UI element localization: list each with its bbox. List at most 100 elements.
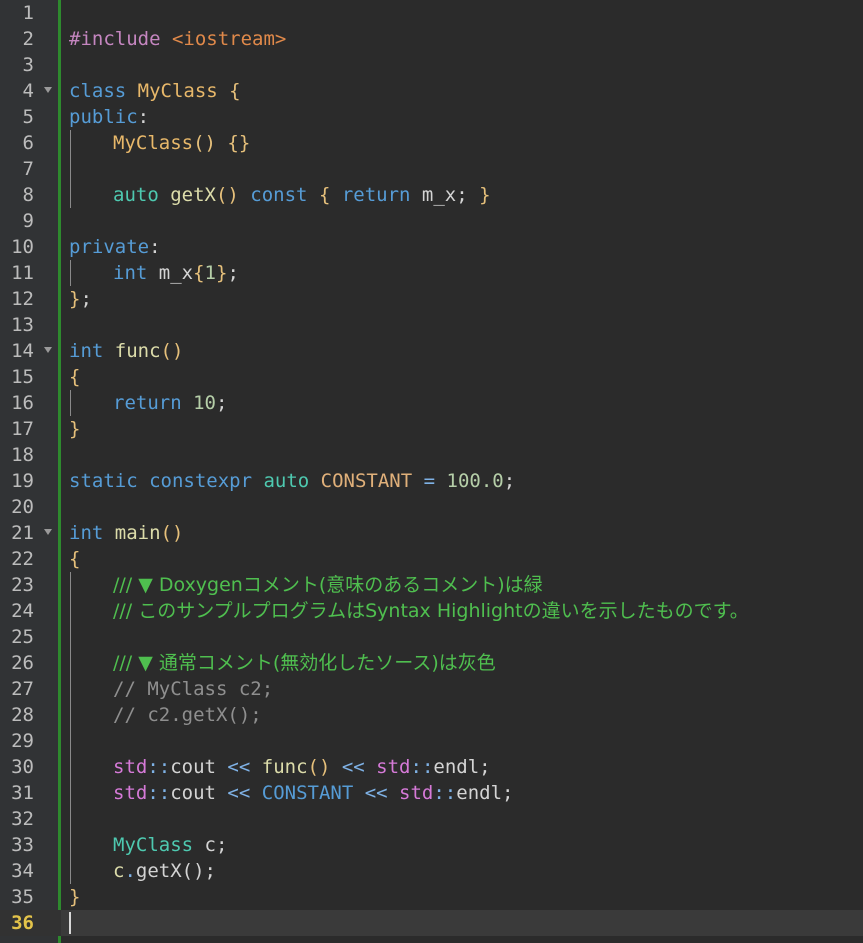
code-text-area[interactable]: #include <iostream> bbox=[61, 26, 863, 52]
line-number: 13 bbox=[11, 314, 34, 336]
code-token: ; bbox=[227, 262, 239, 284]
code-text-area[interactable]: /// ▼ 通常コメント(無効化したソース)は灰色 bbox=[61, 650, 863, 676]
code-text-area[interactable] bbox=[61, 312, 863, 338]
code-line[interactable]: 33 MyClass c; bbox=[0, 832, 863, 858]
code-text: std::cout << CONSTANT << std::endl; bbox=[113, 780, 513, 806]
code-text-area[interactable] bbox=[61, 208, 863, 234]
indent-guide bbox=[70, 780, 71, 806]
code-line[interactable]: 32 bbox=[0, 806, 863, 832]
code-line[interactable]: 26 /// ▼ 通常コメント(無効化したソース)は灰色 bbox=[0, 650, 863, 676]
code-line[interactable]: 21 int main() bbox=[0, 520, 863, 546]
code-line[interactable]: 34 c.getX(); bbox=[0, 858, 863, 884]
code-token: /// このサンプルプログラムはSyntax Highlightの違いを示したも… bbox=[113, 600, 749, 622]
code-text: /// ▼ 通常コメント(無効化したソース)は灰色 bbox=[113, 650, 496, 676]
code-line[interactable]: 14 int func() bbox=[0, 338, 863, 364]
code-token: std bbox=[376, 756, 411, 778]
code-line[interactable]: 10 private: bbox=[0, 234, 863, 260]
code-text-area[interactable]: { bbox=[61, 546, 863, 572]
code-text-area[interactable]: MyClass c; bbox=[61, 832, 863, 858]
code-token: () bbox=[215, 184, 251, 206]
code-text-area[interactable]: { bbox=[61, 364, 863, 390]
code-line[interactable]: 16 return 10; bbox=[0, 390, 863, 416]
code-line[interactable]: 11 int m_x{1}; bbox=[0, 260, 863, 286]
code-token: int bbox=[69, 340, 115, 362]
code-line[interactable]: 3 bbox=[0, 52, 863, 78]
code-token: :: bbox=[433, 782, 457, 804]
code-text-area[interactable]: // MyClass c2; bbox=[61, 676, 863, 702]
code-line[interactable]: 36 bbox=[0, 910, 863, 936]
code-line[interactable]: 18 bbox=[0, 442, 863, 468]
code-token: << bbox=[364, 782, 400, 804]
code-line[interactable]: 23 /// ▼ Doxygenコメント(意味のあるコメント)は緑 bbox=[0, 572, 863, 598]
code-line[interactable]: 27 // MyClass c2; bbox=[0, 676, 863, 702]
code-line[interactable]: 6 MyClass() {} bbox=[0, 130, 863, 156]
code-text: /// このサンプルプログラムはSyntax Highlightの違いを示したも… bbox=[113, 598, 749, 624]
code-token: : bbox=[137, 106, 150, 128]
line-number: 22 bbox=[11, 548, 34, 570]
code-text-area[interactable]: // c2.getX(); bbox=[61, 702, 863, 728]
code-line[interactable]: 29 bbox=[0, 728, 863, 754]
code-text-area[interactable]: static constexpr auto CONSTANT = 100.0; bbox=[61, 468, 863, 494]
code-line[interactable]: 30 std::cout << func() << std::endl; bbox=[0, 754, 863, 780]
code-token: std bbox=[399, 782, 434, 804]
code-text-area[interactable]: int func() bbox=[61, 338, 863, 364]
code-text-area[interactable]: /// このサンプルプログラムはSyntax Highlightの違いを示したも… bbox=[61, 598, 863, 624]
code-text-area[interactable] bbox=[61, 624, 863, 650]
code-text-area[interactable]: return 10; bbox=[61, 390, 863, 416]
code-text-area[interactable] bbox=[61, 0, 863, 26]
code-editor[interactable]: 1 2 #include <iostream> 3 4 class MyClass {5 p… bbox=[0, 0, 863, 943]
code-token: /// ▼ Doxygenコメント(意味のあるコメント)は緑 bbox=[113, 574, 543, 596]
code-line[interactable]: 24 /// このサンプルプログラムはSyntax Highlightの違いを示し… bbox=[0, 598, 863, 624]
code-token: :: bbox=[147, 756, 171, 778]
code-text-area[interactable]: std::cout << func() << std::endl; bbox=[61, 754, 863, 780]
code-line[interactable]: 25 bbox=[0, 624, 863, 650]
code-text-area[interactable] bbox=[61, 910, 863, 936]
code-line[interactable]: 13 bbox=[0, 312, 863, 338]
line-number: 9 bbox=[22, 210, 34, 232]
code-text-area[interactable] bbox=[61, 156, 863, 182]
code-text-area[interactable] bbox=[61, 728, 863, 754]
code-text-area[interactable]: public: bbox=[61, 104, 863, 130]
code-text-area[interactable]: /// ▼ Doxygenコメント(意味のあるコメント)は緑 bbox=[61, 572, 863, 598]
code-text-area[interactable]: class MyClass { bbox=[61, 78, 863, 104]
code-line[interactable]: 20 bbox=[0, 494, 863, 520]
code-line[interactable]: 19 static constexpr auto CONSTANT = 100.0… bbox=[0, 468, 863, 494]
code-line[interactable]: 17} bbox=[0, 416, 863, 442]
code-line[interactable]: 9 bbox=[0, 208, 863, 234]
code-line[interactable]: 5 public: bbox=[0, 104, 863, 130]
code-text-area[interactable]: int main() bbox=[61, 520, 863, 546]
code-line[interactable]: 4 class MyClass { bbox=[0, 78, 863, 104]
code-line[interactable]: 1 bbox=[0, 0, 863, 26]
code-line[interactable]: 2 #include <iostream> bbox=[0, 26, 863, 52]
code-text-area[interactable]: }; bbox=[61, 286, 863, 312]
code-text-area[interactable] bbox=[61, 806, 863, 832]
code-line[interactable]: 22 { bbox=[0, 546, 863, 572]
code-line[interactable]: 15 { bbox=[0, 364, 863, 390]
code-text-area[interactable]: std::cout << CONSTANT << std::endl; bbox=[61, 780, 863, 806]
code-line[interactable]: 8 auto getX() const { return m_x; } bbox=[0, 182, 863, 208]
code-text-area[interactable] bbox=[61, 494, 863, 520]
code-line[interactable]: 28 // c2.getX(); bbox=[0, 702, 863, 728]
code-line[interactable]: 35} bbox=[0, 884, 863, 910]
code-line[interactable]: 31 std::cout << CONSTANT << std::endl; bbox=[0, 780, 863, 806]
code-text-area[interactable]: int m_x{1}; bbox=[61, 260, 863, 286]
fold-toggle-icon[interactable] bbox=[44, 347, 52, 353]
fold-toggle-icon[interactable] bbox=[44, 529, 52, 535]
code-token: CONSTANT bbox=[320, 470, 424, 492]
code-line[interactable]: 7 bbox=[0, 156, 863, 182]
code-text-area[interactable]: } bbox=[61, 884, 863, 910]
code-text-area[interactable] bbox=[61, 52, 863, 78]
code-token: getX bbox=[170, 184, 216, 206]
code-text-area[interactable]: MyClass() {} bbox=[61, 130, 863, 156]
code-text-area[interactable]: } bbox=[61, 416, 863, 442]
code-text-area[interactable] bbox=[61, 442, 863, 468]
line-number: 15 bbox=[11, 366, 34, 388]
code-text-area[interactable]: private: bbox=[61, 234, 863, 260]
code-text: } bbox=[69, 416, 80, 442]
code-text-area[interactable]: auto getX() const { return m_x; } bbox=[61, 182, 863, 208]
code-line[interactable]: 12}; bbox=[0, 286, 863, 312]
indent-guide bbox=[70, 754, 71, 780]
code-text-area[interactable]: c.getX(); bbox=[61, 858, 863, 884]
code-token: c; bbox=[204, 834, 228, 856]
fold-toggle-icon[interactable] bbox=[44, 87, 52, 93]
